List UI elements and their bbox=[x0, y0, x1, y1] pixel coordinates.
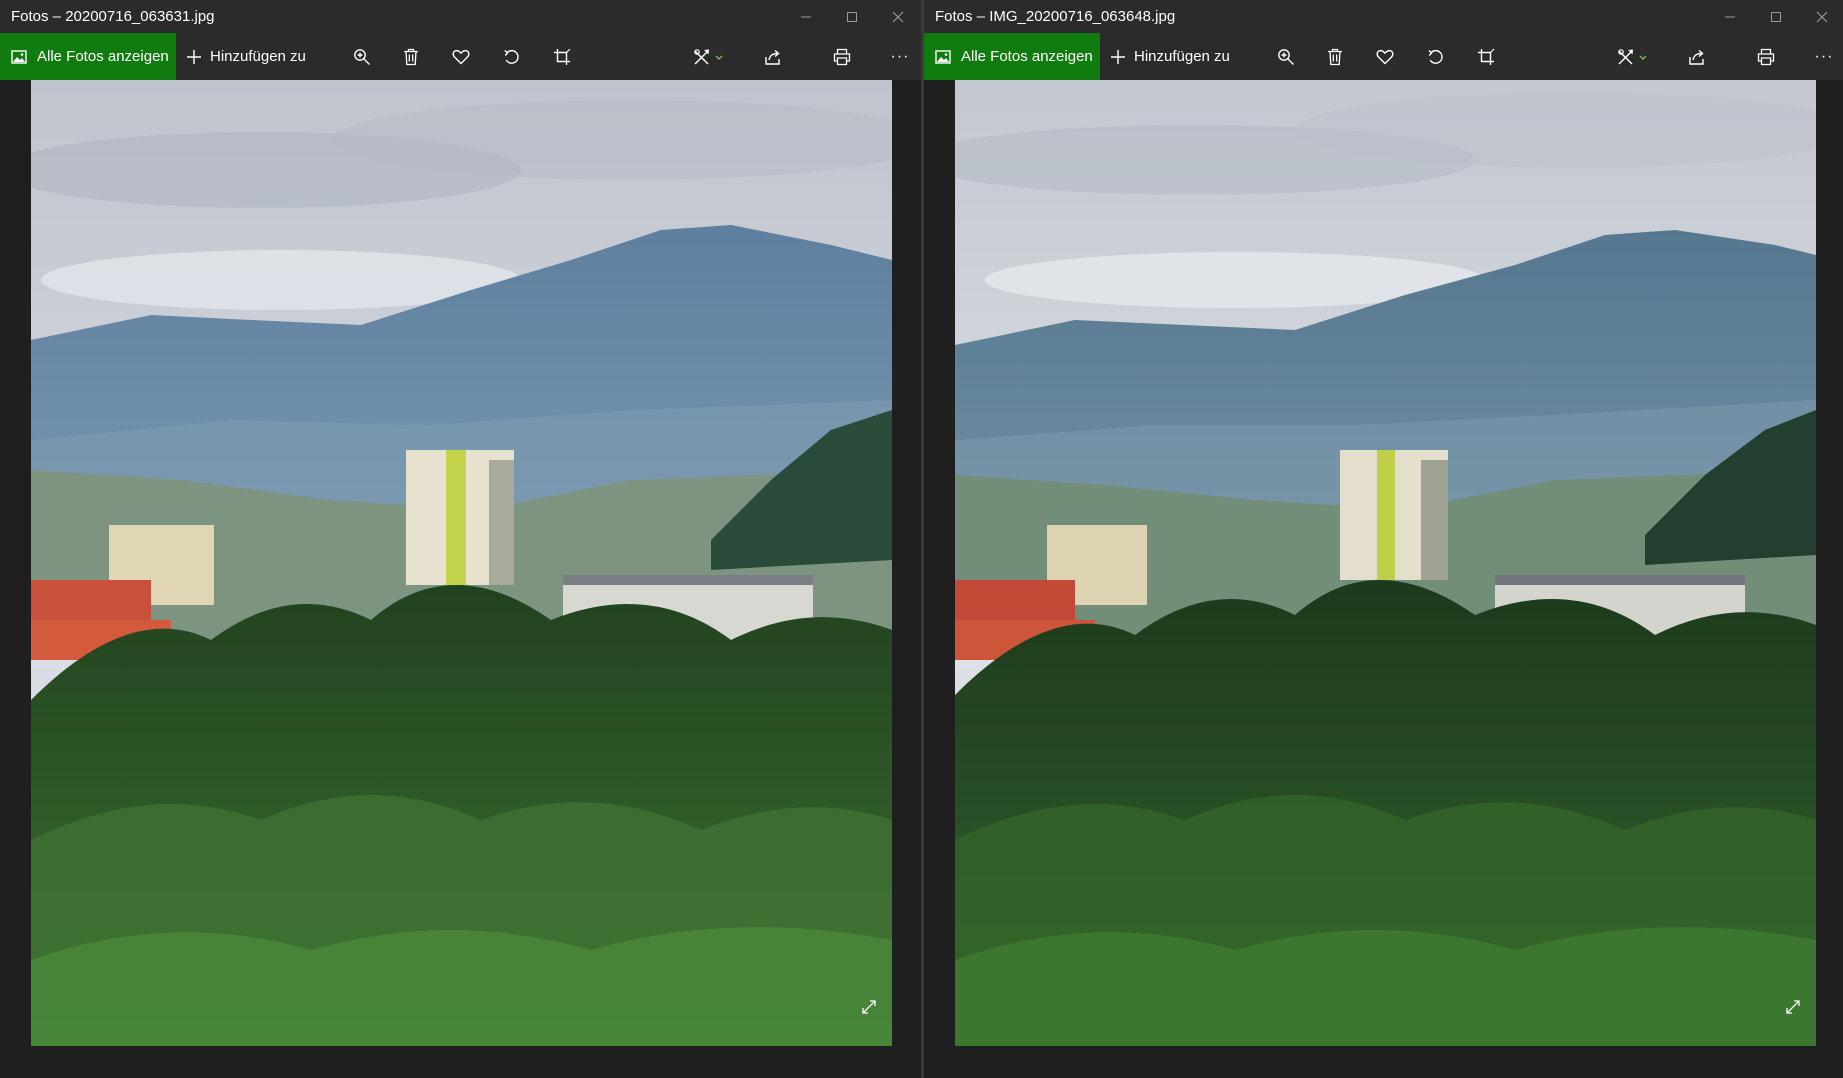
heart-icon bbox=[452, 49, 470, 64]
favorite-button[interactable] bbox=[1365, 33, 1405, 80]
window-title: Fotos – 20200716_063631.jpg bbox=[11, 8, 215, 25]
show-all-photos-button[interactable]: Alle Fotos anzeigen bbox=[0, 33, 176, 80]
minimize-icon bbox=[801, 16, 811, 17]
photos-window-right: Fotos – IMG_20200716_063648.jpg Alle Fot… bbox=[924, 0, 1843, 1078]
title-bar[interactable]: Fotos – 20200716_063631.jpg bbox=[0, 0, 921, 33]
maximize-icon bbox=[847, 11, 857, 22]
close-icon bbox=[1816, 11, 1828, 22]
plus-icon bbox=[1111, 49, 1125, 64]
photo-view[interactable] bbox=[31, 80, 892, 1046]
edit-create-icon bbox=[1618, 48, 1647, 65]
delete-button[interactable] bbox=[1315, 33, 1355, 80]
rotate-icon bbox=[1428, 49, 1443, 64]
heart-icon bbox=[1376, 49, 1394, 64]
trash-icon bbox=[404, 48, 418, 65]
window-title: Fotos – IMG_20200716_063648.jpg bbox=[935, 8, 1176, 25]
edit-create-button[interactable] bbox=[1607, 33, 1659, 80]
zoom-button[interactable] bbox=[1266, 33, 1306, 80]
zoom-in-icon bbox=[354, 48, 370, 65]
share-icon bbox=[765, 49, 780, 65]
close-button[interactable] bbox=[875, 0, 921, 33]
minimize-icon bbox=[1725, 16, 1735, 17]
more-icon: ··· bbox=[1814, 47, 1834, 65]
edit-create-icon bbox=[694, 48, 723, 65]
share-button[interactable] bbox=[1677, 33, 1717, 80]
expand-icon bbox=[862, 1000, 876, 1014]
share-button[interactable] bbox=[753, 33, 793, 80]
crop-button[interactable] bbox=[1466, 33, 1506, 80]
show-all-photos-label: Alle Fotos anzeigen bbox=[961, 48, 1093, 65]
rotate-button[interactable] bbox=[1416, 33, 1456, 80]
more-options-button[interactable]: ··· bbox=[880, 33, 920, 80]
more-options-button[interactable]: ··· bbox=[1804, 33, 1843, 80]
toolbar: Alle Fotos anzeigen Hinzufügen zu ··· bbox=[0, 33, 921, 80]
maximize-icon bbox=[1771, 11, 1781, 22]
rotate-button[interactable] bbox=[492, 33, 532, 80]
more-icon: ··· bbox=[890, 47, 910, 65]
photo-view[interactable] bbox=[955, 80, 1816, 1046]
crop-icon bbox=[1478, 48, 1495, 65]
landscape-photo bbox=[955, 80, 1816, 1046]
toolbar: Alle Fotos anzeigen Hinzufügen zu ··· bbox=[924, 33, 1843, 80]
show-all-photos-button[interactable]: Alle Fotos anzeigen bbox=[924, 33, 1100, 80]
print-button[interactable] bbox=[1746, 33, 1786, 80]
minimize-button[interactable] bbox=[1707, 0, 1753, 33]
fullscreen-button[interactable] bbox=[860, 998, 878, 1016]
maximize-button[interactable] bbox=[829, 0, 875, 33]
print-icon bbox=[833, 48, 851, 65]
photos-icon bbox=[11, 49, 27, 64]
crop-button[interactable] bbox=[542, 33, 582, 80]
maximize-button[interactable] bbox=[1753, 0, 1799, 33]
print-icon bbox=[1757, 48, 1775, 65]
add-to-label: Hinzufügen zu bbox=[210, 48, 306, 65]
zoom-in-icon bbox=[1278, 48, 1294, 65]
crop-icon bbox=[554, 48, 571, 65]
edit-create-button[interactable] bbox=[683, 33, 735, 80]
add-to-label: Hinzufügen zu bbox=[1134, 48, 1230, 65]
rotate-icon bbox=[504, 49, 519, 64]
landscape-photo bbox=[31, 80, 892, 1046]
zoom-button[interactable] bbox=[342, 33, 382, 80]
expand-icon bbox=[1786, 1000, 1800, 1014]
favorite-button[interactable] bbox=[441, 33, 481, 80]
close-button[interactable] bbox=[1799, 0, 1843, 33]
share-icon bbox=[1689, 49, 1704, 65]
photos-window-left: Fotos – 20200716_063631.jpg Alle Fotos a… bbox=[0, 0, 921, 1078]
add-to-button[interactable]: Hinzufügen zu bbox=[1110, 33, 1230, 80]
plus-icon bbox=[187, 49, 201, 64]
print-button[interactable] bbox=[822, 33, 862, 80]
title-bar[interactable]: Fotos – IMG_20200716_063648.jpg bbox=[924, 0, 1843, 33]
fullscreen-button[interactable] bbox=[1784, 998, 1802, 1016]
show-all-photos-label: Alle Fotos anzeigen bbox=[37, 48, 169, 65]
trash-icon bbox=[1328, 48, 1342, 65]
photos-icon bbox=[935, 49, 951, 64]
add-to-button[interactable]: Hinzufügen zu bbox=[186, 33, 306, 80]
delete-button[interactable] bbox=[391, 33, 431, 80]
minimize-button[interactable] bbox=[783, 0, 829, 33]
close-icon bbox=[892, 11, 904, 22]
